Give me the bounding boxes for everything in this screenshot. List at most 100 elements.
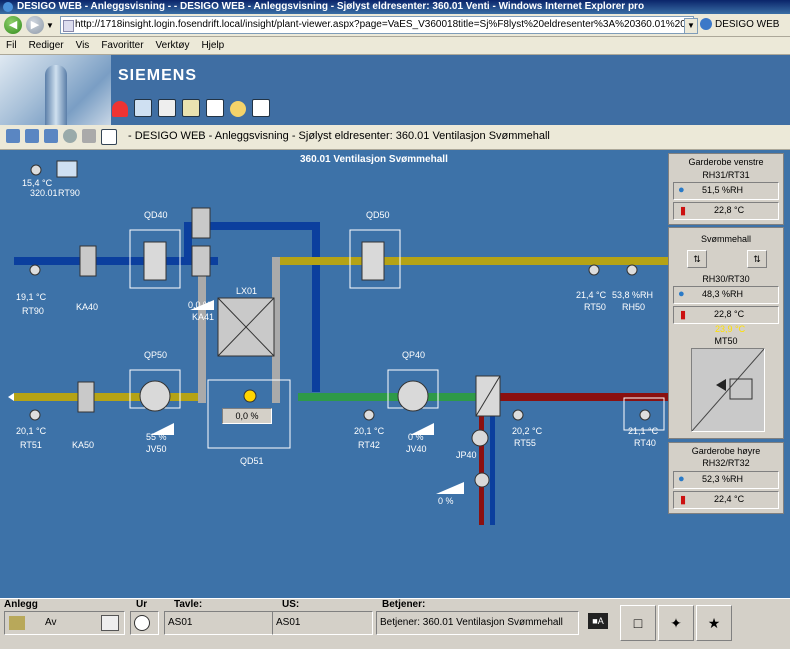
menu-tools[interactable]: Verktøy xyxy=(150,37,196,54)
window-icon[interactable] xyxy=(101,129,117,145)
plant-view-button[interactable]: □ xyxy=(620,605,656,641)
outdoor-sensor-icon[interactable] xyxy=(56,160,78,178)
rt40-sensor-icon[interactable] xyxy=(639,409,651,421)
window-title: DESIGO WEB - Anleggsvisning - - DESIGO W… xyxy=(17,1,645,12)
rt90-sensor-icon[interactable] xyxy=(29,264,41,276)
rt50-sensor-icon[interactable] xyxy=(588,264,600,276)
nav3-icon[interactable] xyxy=(44,129,58,143)
hx-motor-icon[interactable] xyxy=(243,389,257,403)
diagram-title: 360.01 Ventilasjon Svømmehall xyxy=(300,154,448,165)
back-button[interactable]: ◀ xyxy=(4,16,22,34)
favorite-tab[interactable]: DESIGO WEB xyxy=(700,17,790,33)
exhaust-duct-down xyxy=(312,222,320,392)
qp40-fan-icon[interactable] xyxy=(397,380,429,412)
jv50-label: JV50 xyxy=(146,444,167,454)
rt42-value: 20,1 °C xyxy=(354,426,385,436)
plant-diagram: 360.01 Ventilasjon Svømmehall 15,4 °C 32… xyxy=(0,150,790,598)
ka41-value: 0,0 % xyxy=(188,300,212,310)
supply-duct-green xyxy=(298,393,488,401)
garderobe-venstre-title: Garderobe venstre xyxy=(688,157,764,167)
settings-button[interactable]: ★ xyxy=(696,605,732,641)
plant-icon[interactable] xyxy=(9,616,25,630)
heating-valve-icon[interactable] xyxy=(474,472,490,488)
menu-help[interactable]: Hjelp xyxy=(195,37,230,54)
rt51-value: 20,1 °C xyxy=(16,426,47,436)
tavle-label: Tavle: xyxy=(174,599,203,610)
garderobe-venstre-temp: 22,8 °C xyxy=(714,205,745,215)
humidity-icon: ● xyxy=(678,288,685,300)
url-input[interactable]: http://1718insight.login.fosendrift.loca… xyxy=(60,16,694,34)
nav2-icon[interactable] xyxy=(25,129,39,143)
menu-favorites[interactable]: Favoritter xyxy=(95,37,149,54)
nav-icon[interactable] xyxy=(6,129,20,143)
mt-coil xyxy=(729,378,753,400)
menu-edit[interactable]: Rediger xyxy=(23,37,70,54)
language-icon[interactable]: ■A xyxy=(588,613,608,629)
chart-icon[interactable] xyxy=(182,99,200,117)
search-icon[interactable] xyxy=(230,101,246,117)
tavle-value: AS01 xyxy=(164,611,273,635)
svommehall-sensor: RH30/RT30 xyxy=(702,274,750,284)
forward-button[interactable]: ▶ xyxy=(26,16,44,34)
menu-file[interactable]: Fil xyxy=(0,37,23,54)
ka50-damper[interactable] xyxy=(77,381,95,413)
outdoor-temp-icon[interactable] xyxy=(30,164,42,176)
ur-label: Ur xyxy=(136,599,148,610)
qd40-label: QD40 xyxy=(144,210,168,220)
alarm-bell-icon[interactable] xyxy=(112,101,128,117)
menu-view[interactable]: Vis xyxy=(70,37,96,54)
clock-icon[interactable] xyxy=(134,615,150,631)
url-dropdown-button[interactable]: ▼ xyxy=(684,18,698,34)
qd51-label: QD51 xyxy=(240,456,264,466)
garderobe-venstre-sensor: RH31/RT31 xyxy=(702,170,750,180)
rt55-sensor-icon[interactable] xyxy=(512,409,524,421)
siemens-logo: SIEMENS xyxy=(118,67,198,84)
ka40-damper[interactable] xyxy=(79,245,97,277)
heating-valve-value: 0 % xyxy=(438,496,454,506)
building-photo xyxy=(0,55,111,125)
anlegg-label: Anlegg xyxy=(4,599,38,610)
gear-icon[interactable] xyxy=(63,129,77,143)
panel-garderobe-venstre: Garderobe venstre RH31/RT31 ● 51,5 %RH ▮… xyxy=(668,153,784,225)
rt51-sensor-icon[interactable] xyxy=(29,409,41,421)
tool-icon[interactable] xyxy=(82,129,96,143)
rt50-label: RT50 xyxy=(584,302,606,312)
lx01-label: LX01 xyxy=(236,286,258,296)
ka41-damper[interactable] xyxy=(191,207,211,239)
rt40-value: 21,1 °C xyxy=(628,426,659,436)
valve-gauge xyxy=(436,482,464,494)
trend-icon[interactable] xyxy=(158,99,176,117)
plant-select-icon[interactable] xyxy=(101,615,119,631)
ka41b-damper[interactable] xyxy=(191,245,211,277)
rh50-sensor-icon[interactable] xyxy=(626,264,638,276)
report-icon[interactable] xyxy=(252,99,270,117)
outdoor-id: 320.01 xyxy=(30,188,58,198)
exhaust-out-arrow xyxy=(8,393,14,401)
qd50-label: QD50 xyxy=(366,210,390,220)
pool-setpoint-button[interactable]: ⇅ xyxy=(687,250,707,268)
pool-mode-button[interactable]: ⇅ xyxy=(747,250,767,268)
mt-arrow xyxy=(716,379,726,391)
rt90-label: RT90 xyxy=(22,306,44,316)
rt42-sensor-icon[interactable] xyxy=(363,409,375,421)
anlegg-box: Av xyxy=(4,611,125,635)
jp40-pump-icon[interactable] xyxy=(471,429,489,447)
tavle-field: Tavle: xyxy=(174,599,202,610)
svommehall-temp-box: ▮ 22,8 °C xyxy=(673,306,779,324)
page-toolbar: - DESIGO WEB - Anleggsvisning - Sjølyst … xyxy=(0,125,790,150)
svommehall-temp: 22,8 °C xyxy=(714,309,745,319)
garderobe-hoyre-humidity-box: ● 52,3 %RH xyxy=(673,471,779,489)
panel-garderobe-hoyre: Garderobe høyre RH32/RT32 ● 52,3 %RH ▮ 2… xyxy=(668,442,784,514)
qd40-filter[interactable] xyxy=(143,241,167,281)
qd50-filter[interactable] xyxy=(361,241,385,281)
jv40-value: 0 % xyxy=(408,432,424,442)
book-icon[interactable] xyxy=(206,99,224,117)
panel-svommehall: Svømmehall ⇅ ⇅ RH30/RT30 ● 48,3 %RH ▮ 22… xyxy=(668,227,784,439)
history-dropdown-icon[interactable]: ▼ xyxy=(46,21,54,30)
tools-button[interactable]: ✦ xyxy=(658,605,694,641)
extract-duct-left xyxy=(14,393,204,401)
outdoor-sensor-label: RT90 xyxy=(58,188,80,198)
qp50-fan-icon[interactable] xyxy=(139,380,171,412)
plant-view-icon[interactable] xyxy=(134,99,152,117)
mt50-dehumidifier[interactable] xyxy=(691,348,765,432)
